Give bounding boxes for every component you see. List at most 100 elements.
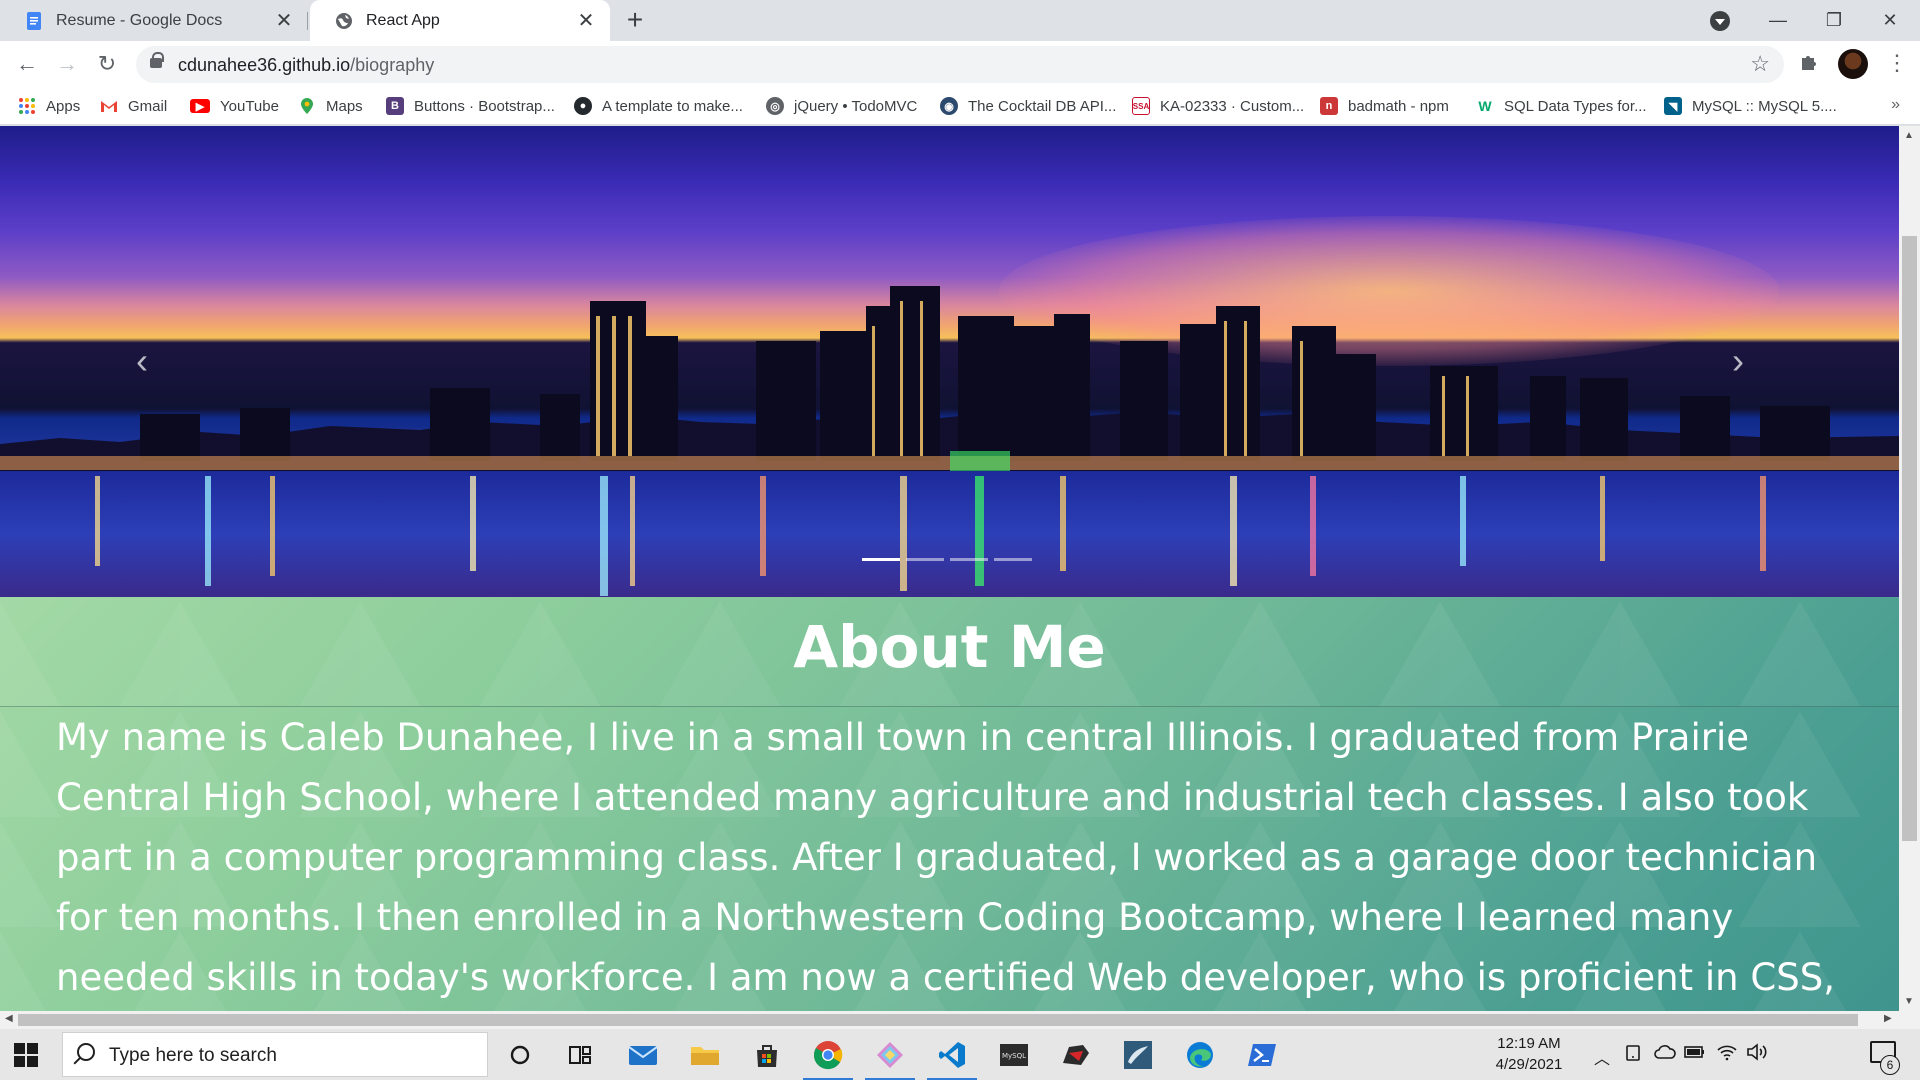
about-paragraph: My name is Caleb Dunahee, I live in a sm…: [56, 716, 1835, 999]
bookmark-star-icon[interactable]: ☆: [1750, 51, 1770, 77]
gmail-icon: [100, 97, 118, 115]
wifi-icon[interactable]: [1716, 1043, 1738, 1066]
carousel-indicator[interactable]: [994, 558, 1032, 561]
mail-icon[interactable]: [626, 1038, 660, 1072]
powershell-icon[interactable]: [1245, 1038, 1279, 1072]
notification-count-badge: 6: [1880, 1055, 1900, 1075]
task-view-icon[interactable]: [563, 1038, 597, 1072]
carousel-indicator[interactable]: [906, 558, 944, 561]
reload-icon[interactable]: ↻: [92, 49, 122, 79]
about-title: About Me: [793, 613, 1106, 681]
carousel-prev-icon[interactable]: ‹: [112, 331, 172, 391]
cortana-icon[interactable]: [503, 1038, 537, 1072]
lock-icon[interactable]: [150, 52, 164, 68]
scroll-left-icon[interactable]: ◀: [5, 1013, 13, 1024]
about-section: About Me My name is Caleb Dunahee, I liv…: [0, 597, 1899, 1011]
clock-time: 12:19 AM: [1497, 1035, 1561, 1052]
close-window-button[interactable]: ✕: [1862, 0, 1918, 41]
windows-taskbar: Type here to search MySQL ︿ 12:19 AM 4/2…: [0, 1029, 1920, 1080]
profile-avatar[interactable]: [1838, 49, 1868, 79]
scrollbar-thumb[interactable]: [1902, 236, 1917, 841]
new-tab-button[interactable]: +: [620, 6, 650, 36]
youtube-icon: ▶: [190, 99, 210, 113]
taskbar-search-box[interactable]: Type here to search: [62, 1032, 488, 1077]
back-arrow-icon[interactable]: ←: [12, 49, 42, 79]
vertical-scrollbar[interactable]: ▲ ▼: [1899, 126, 1920, 1011]
hero-carousel: ‹ ›: [0, 126, 1899, 597]
bookmark-ka-02333[interactable]: SSA KA-02333 · Custom...: [1132, 94, 1304, 118]
npm-icon: n: [1320, 97, 1338, 115]
address-bar[interactable]: cdunahee36.github.io/biography ☆: [136, 46, 1784, 83]
carousel-indicator[interactable]: [862, 558, 900, 561]
tab-title: Resume - Google Docs: [56, 11, 223, 29]
w3schools-icon: W: [1476, 97, 1494, 115]
page-viewport: ‹ › About Me My name is Caleb Dunahee, I…: [0, 126, 1899, 1011]
bookmark-youtube[interactable]: ▶ YouTube: [190, 94, 279, 118]
bootstrap-icon: B: [386, 97, 404, 115]
heidisql-icon[interactable]: [1059, 1038, 1093, 1072]
browser-toolbar: ← → ↻ cdunahee36.github.io/biography ☆ ⋮: [0, 41, 1920, 88]
ssa-icon: SSA: [1132, 97, 1150, 115]
scroll-up-icon[interactable]: ▲: [1904, 130, 1914, 141]
bookmark-sql-data-types[interactable]: W SQL Data Types for...: [1476, 94, 1647, 118]
minimize-button[interactable]: —: [1750, 0, 1806, 41]
search-placeholder: Type here to search: [109, 1045, 277, 1066]
mysql-icon: ◥: [1664, 97, 1682, 115]
divider: [0, 706, 1899, 707]
url-text[interactable]: cdunahee36.github.io/biography: [178, 55, 434, 76]
tab-title: React App: [366, 11, 440, 29]
menu-kebab-icon[interactable]: ⋮: [1886, 49, 1908, 77]
search-icon: [77, 1043, 95, 1061]
bookmark-badmath-npm[interactable]: n badmath - npm: [1320, 94, 1449, 118]
city-skyline-image: [0, 286, 1899, 597]
show-hidden-icons-chevron-icon[interactable]: ︿: [1594, 1045, 1610, 1069]
chrome-icon[interactable]: [803, 1038, 853, 1080]
tab-search-icon[interactable]: [1710, 11, 1730, 31]
close-tab-icon[interactable]: ✕: [572, 8, 600, 33]
edge-icon[interactable]: [1183, 1038, 1217, 1072]
globe-icon: [334, 11, 354, 31]
bookmark-github-template[interactable]: ● A template to make...: [574, 94, 743, 118]
github-icon: ●: [574, 97, 592, 115]
extensions-puzzle-icon[interactable]: [1798, 51, 1820, 79]
close-tab-icon[interactable]: ✕: [270, 8, 298, 33]
bookmark-bootstrap-buttons[interactable]: B Buttons · Bootstrap...: [386, 94, 555, 118]
windows-start-icon[interactable]: [14, 1043, 38, 1067]
github-desktop-icon[interactable]: [865, 1038, 915, 1080]
scrollbar-thumb[interactable]: [18, 1014, 1858, 1026]
google-docs-icon: [24, 11, 44, 31]
battery-icon[interactable]: [1684, 1044, 1706, 1065]
tab-react-app[interactable]: React App ✕: [310, 0, 610, 41]
system-clock[interactable]: 12:19 AM 4/29/2021: [1484, 1033, 1574, 1075]
onedrive-cloud-icon[interactable]: [1654, 1043, 1676, 1066]
mysql-workbench-icon[interactable]: MySQL: [997, 1038, 1031, 1072]
carousel-indicator[interactable]: [950, 558, 988, 561]
cocktaildb-icon: ◉: [940, 97, 958, 115]
bookmark-mysql[interactable]: ◥ MySQL :: MySQL 5....: [1664, 94, 1837, 118]
globe-icon: ◎: [766, 97, 784, 115]
vscode-icon[interactable]: [927, 1038, 977, 1080]
file-explorer-icon[interactable]: [688, 1038, 722, 1072]
apps-grid-icon: [18, 97, 36, 115]
svg-text:MySQL: MySQL: [1002, 1052, 1026, 1060]
microsoft-store-icon[interactable]: [750, 1038, 784, 1072]
restore-button[interactable]: ❐: [1806, 0, 1862, 41]
bookmark-maps[interactable]: Maps: [298, 94, 363, 118]
bookmarks-overflow-icon[interactable]: »: [1891, 96, 1900, 114]
volume-icon[interactable]: [1746, 1043, 1768, 1066]
bookmark-gmail[interactable]: Gmail: [100, 94, 167, 118]
scroll-down-icon[interactable]: ▼: [1904, 996, 1914, 1007]
carousel-indicators: [862, 558, 1032, 561]
horizontal-scrollbar[interactable]: ◀ ▶: [0, 1011, 1920, 1029]
bookmark-cocktaildb[interactable]: ◉ The Cocktail DB API...: [940, 94, 1116, 118]
clock-date: 4/29/2021: [1495, 1056, 1563, 1073]
forward-arrow-icon[interactable]: →: [52, 49, 82, 79]
bookmark-jquery-todomvc[interactable]: ◎ jQuery • TodoMVC: [766, 94, 917, 118]
tab-resume-google-docs[interactable]: Resume - Google Docs ✕: [0, 0, 308, 41]
bookmark-apps[interactable]: Apps: [18, 94, 80, 118]
scroll-right-icon[interactable]: ▶: [1884, 1013, 1892, 1024]
mysql-shell-icon[interactable]: [1121, 1038, 1155, 1072]
tablet-device-icon[interactable]: [1624, 1043, 1642, 1068]
tab-strip: Resume - Google Docs ✕ React App ✕ + — ❐…: [0, 0, 1920, 41]
carousel-next-icon[interactable]: ›: [1708, 331, 1768, 391]
